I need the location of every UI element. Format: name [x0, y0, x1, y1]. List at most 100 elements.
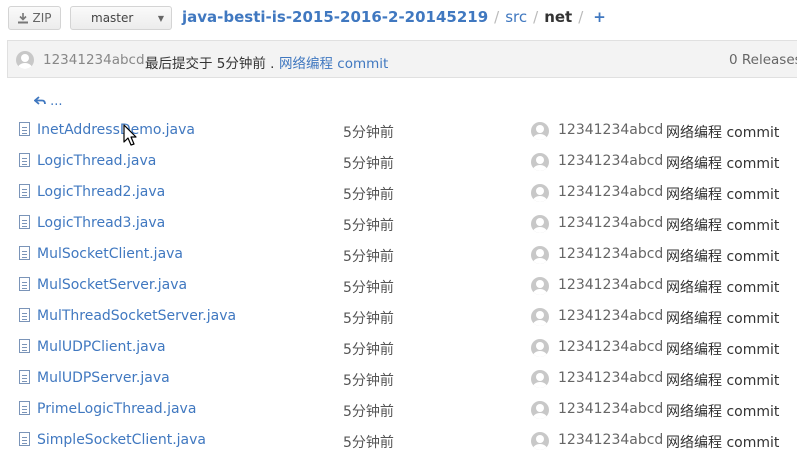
- file-commit-author[interactable]: 12341234abcd: [558, 215, 663, 231]
- file-commit-author[interactable]: 12341234abcd: [558, 339, 663, 355]
- branch-name: master: [91, 11, 134, 25]
- file-name-link[interactable]: LogicThread2.java: [37, 184, 165, 200]
- avatar: [531, 432, 549, 450]
- file-row: LogicThread.java 5分钟前 12341234abcd 网络编程 …: [0, 146, 797, 177]
- avatar: [531, 184, 549, 202]
- file-icon: [19, 184, 30, 198]
- file-commit-author[interactable]: 12341234abcd: [558, 277, 663, 293]
- toolbar: ZIP master ▼ java-besti-is-2015-2016-2-2…: [0, 0, 797, 38]
- avatar: [531, 215, 549, 233]
- avatar: [531, 370, 549, 388]
- file-commit-message[interactable]: 网络编程 commit: [666, 153, 779, 173]
- branch-select[interactable]: master ▼: [70, 6, 172, 30]
- avatar: [531, 308, 549, 326]
- file-name-link[interactable]: LogicThread.java: [37, 153, 156, 169]
- breadcrumb-src[interactable]: src: [505, 8, 527, 26]
- file-age: 5分钟前: [343, 280, 394, 296]
- file-age: 5分钟前: [343, 435, 394, 451]
- file-icon: [19, 432, 30, 446]
- file-name-link[interactable]: SimpleSocketClient.java: [37, 432, 206, 448]
- file-icon: [19, 122, 30, 136]
- file-age: 5分钟前: [343, 311, 394, 327]
- file-row: LogicThread3.java 5分钟前 12341234abcd 网络编程…: [0, 208, 797, 239]
- file-commit-message[interactable]: 网络编程 commit: [666, 277, 779, 297]
- commit-info: 最后提交于 5分钟前 .: [145, 56, 275, 72]
- file-row: MulThreadSocketServer.java 5分钟前 12341234…: [0, 301, 797, 332]
- file-commit-message[interactable]: 网络编程 commit: [666, 339, 779, 359]
- file-age: 5分钟前: [343, 187, 394, 203]
- avatar: [531, 122, 549, 140]
- file-icon: [19, 308, 30, 322]
- file-name-link[interactable]: LogicThread3.java: [37, 215, 165, 231]
- file-commit-message[interactable]: 网络编程 commit: [666, 122, 779, 142]
- file-age: 5分钟前: [343, 125, 394, 141]
- file-icon: [19, 401, 30, 415]
- avatar: [531, 277, 549, 295]
- avatar: [531, 246, 549, 264]
- reply-arrow-icon: [33, 96, 46, 105]
- add-file-button[interactable]: +: [593, 8, 606, 26]
- file-age: 5分钟前: [343, 156, 394, 172]
- file-commit-author[interactable]: 12341234abcd: [558, 401, 663, 417]
- download-icon: [17, 12, 28, 23]
- file-name-link[interactable]: MulSocketClient.java: [37, 246, 183, 262]
- file-name-link[interactable]: MulThreadSocketServer.java: [37, 308, 236, 324]
- file-icon: [19, 339, 30, 353]
- file-commit-author[interactable]: 12341234abcd: [558, 122, 663, 138]
- file-age: 5分钟前: [343, 218, 394, 234]
- file-age: 5分钟前: [343, 342, 394, 358]
- avatar: [531, 339, 549, 357]
- file-age: 5分钟前: [343, 404, 394, 420]
- commit-author[interactable]: 12341234abcd: [43, 52, 145, 68]
- file-name-link[interactable]: MulSocketServer.java: [37, 277, 187, 293]
- file-commit-author[interactable]: 12341234abcd: [558, 246, 663, 262]
- file-commit-author[interactable]: 12341234abcd: [558, 432, 663, 448]
- file-name-link[interactable]: MulUDPServer.java: [37, 370, 170, 386]
- last-commit-bar: 12341234abcd 最后提交于 5分钟前 . 网络编程 commit 0 …: [7, 40, 797, 78]
- file-icon: [19, 153, 30, 167]
- avatar: [16, 51, 34, 69]
- chevron-down-icon: ▼: [157, 14, 164, 23]
- file-name-link[interactable]: MulUDPClient.java: [37, 339, 166, 355]
- parent-directory-link[interactable]: ...: [33, 94, 63, 109]
- file-row: MulSocketClient.java 5分钟前 12341234abcd 网…: [0, 239, 797, 270]
- breadcrumb: java-besti-is-2015-2016-2-20145219 / src…: [182, 8, 606, 26]
- file-commit-message[interactable]: 网络编程 commit: [666, 215, 779, 235]
- breadcrumb-separator: /: [578, 8, 584, 26]
- file-row: MulSocketServer.java 5分钟前 12341234abcd 网…: [0, 270, 797, 301]
- file-row: LogicThread2.java 5分钟前 12341234abcd 网络编程…: [0, 177, 797, 208]
- file-name-link[interactable]: InetAddressDemo.java: [37, 122, 195, 138]
- file-row: InetAddressDemo.java 5分钟前 12341234abcd 网…: [0, 115, 797, 146]
- file-commit-message[interactable]: 网络编程 commit: [666, 432, 779, 452]
- file-commit-author[interactable]: 12341234abcd: [558, 153, 663, 169]
- file-commit-author[interactable]: 12341234abcd: [558, 184, 663, 200]
- file-icon: [19, 277, 30, 291]
- file-age: 5分钟前: [343, 249, 394, 265]
- parent-directory-label: ...: [50, 94, 63, 109]
- zip-download-button[interactable]: ZIP: [8, 6, 61, 30]
- file-icon: [19, 370, 30, 384]
- file-row: MulUDPServer.java 5分钟前 12341234abcd 网络编程…: [0, 363, 797, 394]
- file-commit-message[interactable]: 网络编程 commit: [666, 308, 779, 328]
- file-commit-message[interactable]: 网络编程 commit: [666, 184, 779, 204]
- file-commit-author[interactable]: 12341234abcd: [558, 370, 663, 386]
- avatar: [531, 401, 549, 419]
- commit-message-link[interactable]: 网络编程 commit: [279, 52, 388, 72]
- file-icon: [19, 246, 30, 260]
- file-row: MulUDPClient.java 5分钟前 12341234abcd 网络编程…: [0, 332, 797, 363]
- file-list: InetAddressDemo.java 5分钟前 12341234abcd 网…: [0, 115, 797, 456]
- file-commit-author[interactable]: 12341234abcd: [558, 308, 663, 324]
- breadcrumb-repo[interactable]: java-besti-is-2015-2016-2-20145219: [182, 8, 488, 26]
- file-row: SimpleSocketClient.java 5分钟前 12341234abc…: [0, 425, 797, 456]
- file-icon: [19, 215, 30, 229]
- file-name-link[interactable]: PrimeLogicThread.java: [37, 401, 196, 417]
- avatar: [531, 153, 549, 171]
- breadcrumb-separator: /: [533, 8, 539, 26]
- file-age: 5分钟前: [343, 373, 394, 389]
- breadcrumb-separator: /: [494, 8, 500, 26]
- mouse-cursor-icon: [123, 124, 137, 146]
- releases-link[interactable]: 0 Releases: [729, 52, 797, 68]
- file-commit-message[interactable]: 网络编程 commit: [666, 401, 779, 421]
- file-commit-message[interactable]: 网络编程 commit: [666, 246, 779, 266]
- file-commit-message[interactable]: 网络编程 commit: [666, 370, 779, 390]
